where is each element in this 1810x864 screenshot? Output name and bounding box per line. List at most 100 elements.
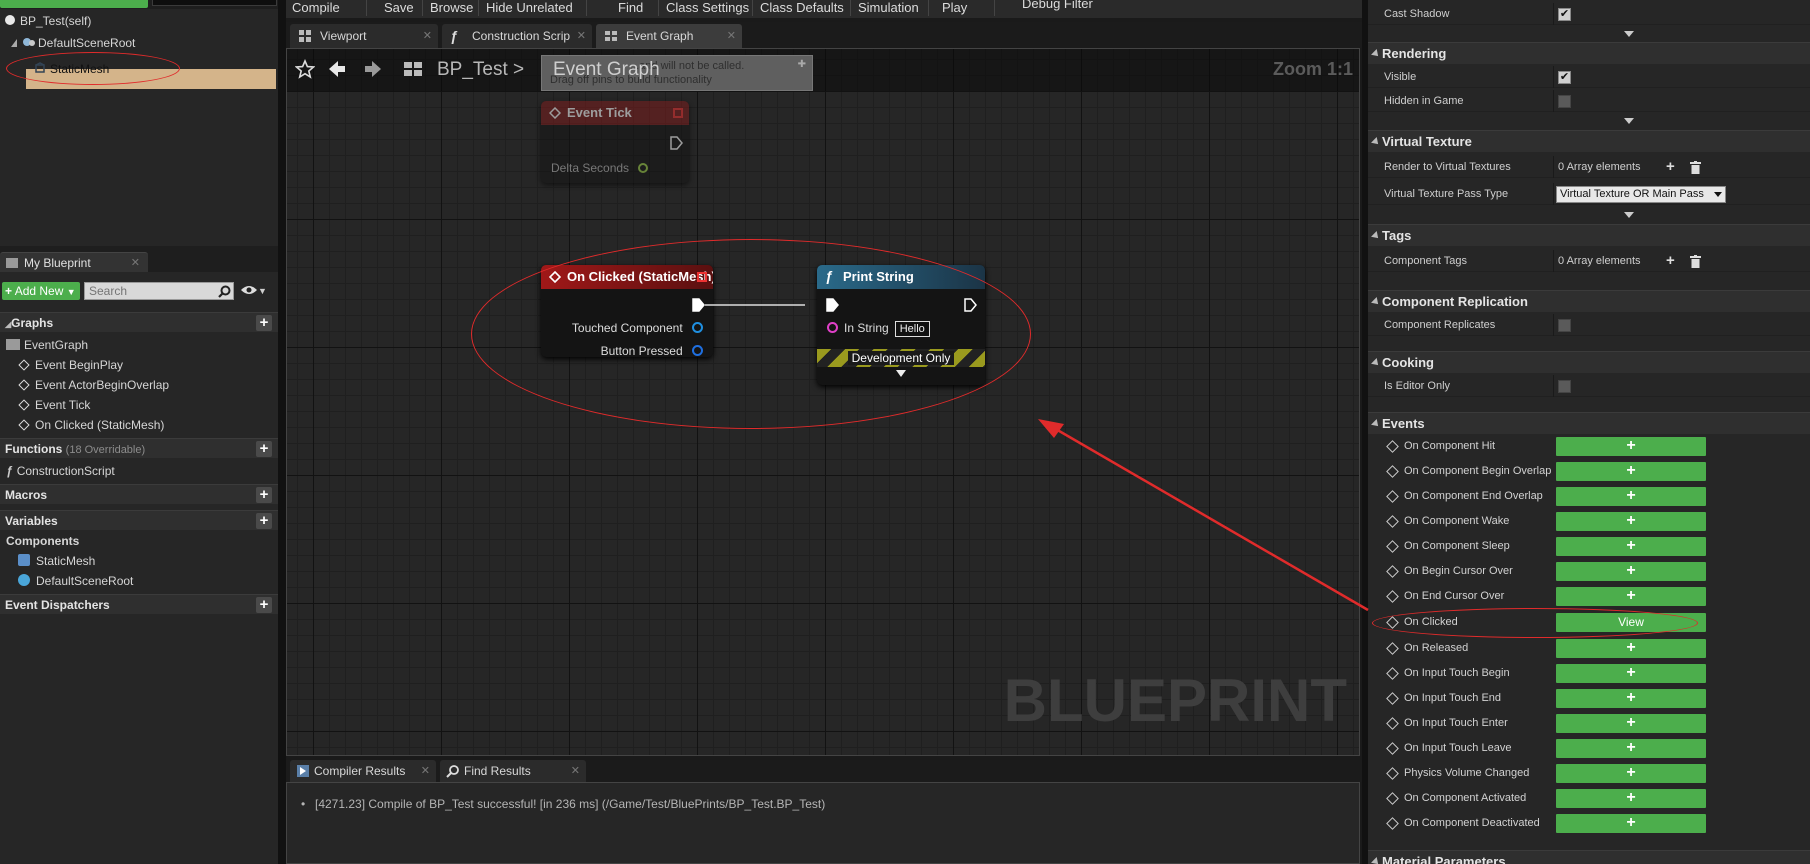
cooking-category-header[interactable]: Cooking <box>1368 351 1810 373</box>
add-macro-button[interactable]: + <box>256 487 272 503</box>
add-graph-button[interactable]: + <box>256 315 272 331</box>
view-options-eye-icon[interactable]: ▼ <box>240 284 270 298</box>
add-event-button[interactable]: + <box>1556 512 1706 531</box>
list-item-graph-event[interactable]: On Clicked (StaticMesh) <box>18 416 164 434</box>
list-item-event-graph[interactable]: EventGraph <box>6 336 88 354</box>
blueprint-search-input[interactable] <box>84 282 234 300</box>
tab-construction-script[interactable]: ƒ Construction Scrip ✕ <box>442 24 592 48</box>
component-replication-category-header[interactable]: Component Replication <box>1368 290 1810 312</box>
close-icon[interactable]: ✕ <box>131 253 140 273</box>
rendering-category-header[interactable]: Rendering <box>1368 42 1810 64</box>
compiler-log-line[interactable]: [4271.23] Compile of BP_Test successful!… <box>315 797 825 811</box>
add-event-button[interactable]: + <box>1556 487 1706 506</box>
add-component-button[interactable] <box>0 0 148 8</box>
add-element-button[interactable]: + <box>1666 159 1675 174</box>
add-event-button[interactable]: + <box>1556 764 1706 783</box>
add-element-button[interactable]: + <box>1666 253 1675 268</box>
list-item-component[interactable]: DefaultSceneRoot <box>18 572 133 590</box>
tags-category-header[interactable]: Tags <box>1368 224 1810 246</box>
simulation-button[interactable]: Simulation <box>858 0 919 16</box>
debug-filter-dropdown[interactable]: Debug Filter <box>1022 0 1093 12</box>
cast-shadow-checkbox[interactable]: ✔ <box>1558 8 1571 21</box>
add-event-button[interactable]: + <box>1556 462 1706 481</box>
hide-unrelated-button[interactable]: Hide Unrelated <box>486 0 573 16</box>
virtual-texture-pass-type-dropdown[interactable]: Virtual Texture OR Main Pass <box>1556 186 1726 203</box>
view-event-button[interactable]: View <box>1556 613 1706 632</box>
trash-icon[interactable] <box>1690 255 1701 268</box>
expand-advanced-icon[interactable] <box>1624 118 1634 124</box>
add-event-button[interactable]: + <box>1556 437 1706 456</box>
tab-event-graph[interactable]: Event Graph ✕ <box>596 24 742 48</box>
add-event-button[interactable]: + <box>1556 562 1706 581</box>
virtual-texture-category-header[interactable]: Virtual Texture <box>1368 130 1810 152</box>
list-item-graph-event[interactable]: Event ActorBeginOverlap <box>18 376 169 394</box>
print-string-node[interactable]: ƒ Print String In String Hello Developmen… <box>817 265 985 385</box>
tab-viewport[interactable]: Viewport ✕ <box>290 24 438 48</box>
add-variable-button[interactable]: + <box>256 513 272 529</box>
tree-item-default-scene-root[interactable]: DefaultSceneRoot <box>10 33 135 53</box>
events-category-header[interactable]: Events <box>1368 412 1810 434</box>
class-defaults-button[interactable]: Class Defaults <box>760 0 844 16</box>
add-event-button[interactable]: + <box>1556 689 1706 708</box>
tab-find-results[interactable]: Find Results ✕ <box>440 760 586 782</box>
chevron-down-icon <box>1714 192 1722 197</box>
event-dispatchers-section-header[interactable]: Event Dispatchers + <box>0 594 278 614</box>
components-subheader[interactable]: Components <box>6 532 79 550</box>
variables-section-header[interactable]: Variables + <box>0 510 278 530</box>
search-icon[interactable] <box>218 285 231 298</box>
scene-root-icon <box>22 34 35 46</box>
list-item-component[interactable]: StaticMesh <box>18 552 95 570</box>
trash-icon[interactable] <box>1690 161 1701 174</box>
play-button[interactable]: Play <box>942 0 967 16</box>
add-event-button[interactable]: + <box>1556 814 1706 833</box>
panel-splitter[interactable] <box>278 0 286 864</box>
tree-item-self[interactable]: BP_Test(self) <box>4 11 91 31</box>
functions-section-header[interactable]: Functions (18 Overridable) + <box>0 438 278 458</box>
list-item-graph-event[interactable]: Event BeginPlay <box>18 356 123 374</box>
add-event-dispatcher-button[interactable]: + <box>256 597 272 613</box>
component-search-input[interactable] <box>152 0 277 6</box>
graphs-section-header[interactable]: ◢Graphs + <box>0 312 278 332</box>
find-button[interactable]: Find <box>618 0 643 16</box>
close-icon[interactable]: ✕ <box>727 24 736 48</box>
tree-item-static-mesh[interactable]: StaticMesh <box>34 59 109 79</box>
add-function-button[interactable]: + <box>256 441 272 457</box>
add-event-button[interactable]: + <box>1556 587 1706 606</box>
add-event-button[interactable]: + <box>1556 789 1706 808</box>
material-parameters-category-header[interactable]: Material Parameters <box>1368 850 1810 864</box>
add-event-button[interactable]: + <box>1556 537 1706 556</box>
hidden-in-game-checkbox[interactable] <box>1558 95 1571 108</box>
expand-arrow-icon[interactable] <box>895 369 907 379</box>
visible-checkbox[interactable]: ✔ <box>1558 71 1571 84</box>
tab-my-blueprint[interactable]: My Blueprint ✕ <box>0 252 148 272</box>
compile-button[interactable]: Compile <box>292 0 340 16</box>
component-replicates-checkbox[interactable] <box>1558 319 1571 332</box>
close-icon[interactable]: ✕ <box>571 760 580 782</box>
add-event-button[interactable]: + <box>1556 714 1706 733</box>
save-button[interactable]: Save <box>384 0 414 16</box>
close-icon[interactable]: ✕ <box>577 24 586 48</box>
expand-advanced-icon[interactable] <box>1624 212 1634 218</box>
event-graph-canvas[interactable]: BP_Test > ...and will not be called. Dra… <box>286 48 1360 756</box>
collapse-triangle-icon <box>1371 419 1381 429</box>
close-icon[interactable]: ✕ <box>421 760 430 782</box>
macros-section-header[interactable]: Macros + <box>0 484 278 504</box>
string-pin-icon[interactable] <box>827 322 838 333</box>
event-row: On Input Touch Enter + <box>1368 711 1810 736</box>
browse-button[interactable]: Browse <box>430 0 473 16</box>
add-event-button[interactable]: + <box>1556 639 1706 658</box>
add-new-button[interactable]: + Add New ▼ <box>2 282 80 300</box>
add-event-button[interactable]: + <box>1556 739 1706 758</box>
class-settings-button[interactable]: Class Settings <box>666 0 749 16</box>
exec-in-pin-icon[interactable] <box>825 297 839 313</box>
exec-out-pin-icon[interactable] <box>963 297 977 313</box>
in-string-value-input[interactable]: Hello <box>894 321 930 337</box>
is-editor-only-checkbox[interactable] <box>1558 380 1571 393</box>
list-item-construction-script[interactable]: ƒ ConstructionScript <box>6 462 115 480</box>
add-event-button[interactable]: + <box>1556 664 1706 683</box>
close-icon[interactable]: ✕ <box>423 24 432 48</box>
list-item-graph-event[interactable]: Event Tick <box>18 396 90 414</box>
tab-compiler-results[interactable]: Compiler Results ✕ <box>290 760 436 782</box>
pin-in-string[interactable]: In String Hello <box>827 321 930 337</box>
expand-advanced-icon[interactable] <box>1624 31 1634 37</box>
